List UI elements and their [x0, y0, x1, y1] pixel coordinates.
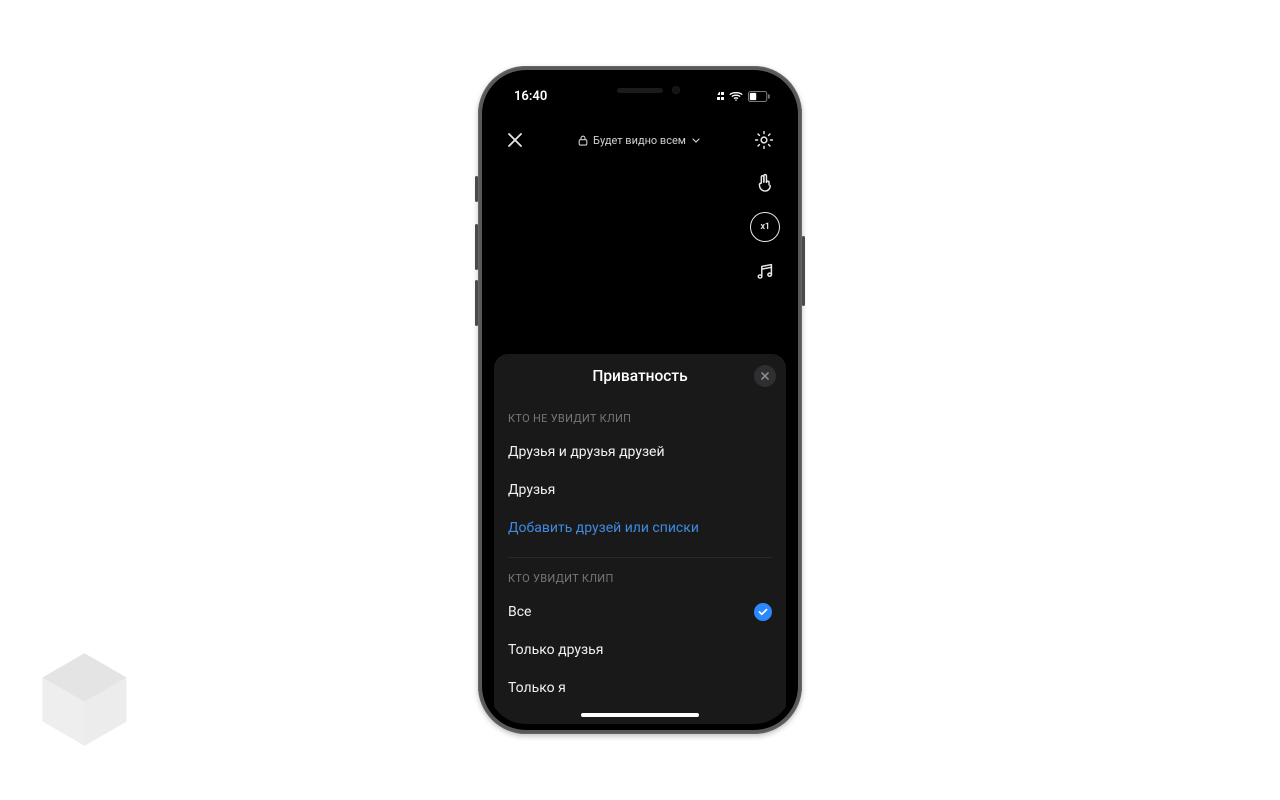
wifi-icon	[729, 91, 743, 101]
visibility-label: Будет видно всем	[593, 134, 686, 147]
option-label: Только я	[508, 680, 566, 696]
phone-frame: 16:40	[478, 66, 802, 734]
app-header: Будет видно всем	[488, 120, 792, 160]
section-header-hide: КТО НЕ УВИДИТ КЛИП	[508, 398, 772, 433]
music-note-icon	[754, 260, 776, 282]
notch	[560, 76, 720, 104]
peace-hand-icon	[754, 172, 776, 194]
option-everyone[interactable]: Все	[508, 593, 772, 631]
option-label: Друзья	[508, 482, 555, 498]
checkmark-icon	[754, 603, 772, 621]
close-icon	[506, 131, 524, 149]
sheet-title: Приватность	[592, 367, 687, 385]
option-only-friends[interactable]: Только друзья	[508, 631, 772, 669]
sheet-close-button[interactable]	[754, 365, 776, 387]
add-friends-or-lists-link[interactable]: Добавить друзей или списки	[508, 509, 772, 547]
option-only-me[interactable]: Только я	[508, 669, 772, 707]
chevron-down-icon	[692, 134, 700, 147]
phone-mute-switch	[475, 176, 478, 202]
close-icon	[760, 371, 770, 381]
phone-volume-down	[475, 280, 478, 326]
effects-button[interactable]	[750, 168, 780, 198]
phone-volume-up	[475, 224, 478, 270]
sheet-header: Приватность	[494, 354, 786, 398]
close-button[interactable]	[502, 127, 528, 153]
gear-icon	[753, 129, 775, 151]
battery-icon	[748, 91, 770, 102]
option-friends[interactable]: Друзья	[508, 471, 772, 509]
tool-rail: x1	[750, 168, 780, 286]
watermark-hexagon-icon	[32, 647, 137, 752]
visibility-dropdown[interactable]: Будет видно всем	[578, 134, 700, 147]
front-camera	[672, 86, 680, 94]
speed-label: x1	[760, 222, 769, 232]
lock-icon	[578, 135, 588, 145]
option-label: Все	[508, 604, 531, 620]
privacy-sheet: Приватность КТО НЕ УВИДИТ КЛИП Друзья и …	[494, 354, 786, 724]
settings-button[interactable]	[750, 126, 778, 154]
option-label: Только друзья	[508, 642, 603, 658]
section-who-wont-see: КТО НЕ УВИДИТ КЛИП Друзья и друзья друзе…	[494, 398, 786, 547]
speaker-grille	[617, 88, 663, 93]
status-time: 16:40	[514, 89, 547, 104]
section-who-will-see: КТО УВИДИТ КЛИП Все Только друзья Только…	[494, 558, 786, 707]
link-label: Добавить друзей или списки	[508, 520, 699, 536]
option-label: Друзья и друзья друзей	[508, 444, 665, 460]
option-friends-and-friends-of-friends[interactable]: Друзья и друзья друзей	[508, 433, 772, 471]
section-header-show: КТО УВИДИТ КЛИП	[508, 558, 772, 593]
music-button[interactable]	[750, 256, 780, 286]
home-indicator[interactable]	[581, 713, 699, 717]
speed-button[interactable]: x1	[750, 212, 780, 242]
phone-power-button	[802, 236, 805, 306]
screen: 16:40	[488, 76, 792, 724]
